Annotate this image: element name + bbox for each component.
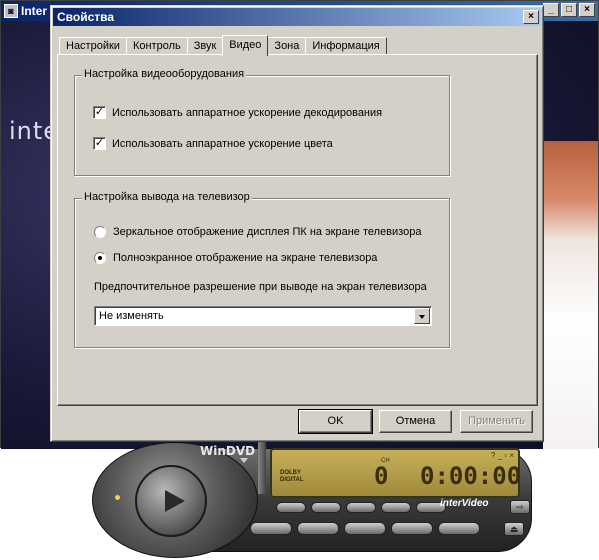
tv-mirror-label: Зеркальное отображение дисплея ПК на экр… <box>113 226 422 238</box>
ok-button[interactable]: OK <box>298 409 373 434</box>
tv-fullscreen-radio[interactable] <box>94 252 106 264</box>
control-button[interactable] <box>276 502 306 513</box>
bottom-button-row <box>250 522 480 535</box>
tv-output-group: Настройка вывода на телевизор Зеркальное… <box>74 191 450 348</box>
hw-color-label: Использовать аппаратное ускорение цвета <box>112 137 333 150</box>
dialog-title: Свойства <box>57 10 115 24</box>
tv-resolution-select[interactable]: Не изменять <box>94 306 432 326</box>
tab-video[interactable]: Видео <box>222 35 269 56</box>
video-hardware-group-title: Настройка видеооборудования <box>82 68 247 80</box>
minimize-button[interactable]: _ <box>543 3 559 17</box>
windvd-control-bar: WinDVD DOLBY DIGITAL CH 0 0:00:00 ? _ ▫ … <box>92 442 538 558</box>
chapter-number: 0 <box>374 462 389 490</box>
volume-slider[interactable] <box>258 442 266 494</box>
maximize-button[interactable]: □ <box>561 3 577 17</box>
lcd-window-controls[interactable]: ? _ ▫ × <box>491 451 514 460</box>
tab-audio[interactable]: Звук <box>186 37 224 55</box>
tab-control[interactable]: Контроль <box>125 37 188 55</box>
transport-button[interactable] <box>438 522 480 535</box>
chevron-down-icon[interactable] <box>414 308 430 324</box>
tv-fullscreen-label: Полноэкранное отображение на экране теле… <box>113 252 378 264</box>
hw-color-checkbox[interactable]: ✓ <box>93 137 106 150</box>
apply-button[interactable]: Применить <box>460 410 533 433</box>
tv-mirror-radio[interactable] <box>94 226 106 238</box>
tab-settings[interactable]: Настройки <box>59 37 127 55</box>
menu-caret-icon[interactable] <box>240 458 248 463</box>
tv-resolution-caption: Предпочтительное разрешение при выводе н… <box>94 281 427 293</box>
time-readout: 0:00:00 <box>420 462 522 490</box>
transport-button[interactable] <box>344 522 386 535</box>
close-button[interactable]: × <box>579 3 595 17</box>
control-button[interactable] <box>311 502 341 513</box>
dialog-titlebar[interactable]: Свойства × <box>53 8 541 26</box>
jog-wheel[interactable] <box>92 442 258 558</box>
transport-button[interactable] <box>297 522 339 535</box>
video-hardware-group: Настройка видеооборудования ✓ Использова… <box>74 68 450 176</box>
transport-button[interactable] <box>391 522 433 535</box>
dolby-label: DOLBY <box>280 470 301 476</box>
forward-button[interactable]: ⇨ <box>510 500 530 514</box>
intervideo-brand: interVideo <box>440 498 489 509</box>
tab-region[interactable]: Зона <box>267 37 307 55</box>
lcd-display: DOLBY DIGITAL CH 0 0:00:00 ? _ ▫ × <box>270 448 522 498</box>
play-button[interactable] <box>135 465 207 537</box>
windvd-logo: WinDVD <box>200 444 256 458</box>
dolby-digital-logo: DOLBY DIGITAL <box>280 470 304 484</box>
hw-decode-option[interactable]: ✓ Использовать аппаратное ускорение деко… <box>93 106 382 119</box>
eject-button[interactable]: ⏏ <box>504 522 524 536</box>
tv-resolution-label: Предпочтительное разрешение при выводе н… <box>94 281 427 293</box>
background-window-title: Inter <box>21 4 48 18</box>
dialog-close-button[interactable]: × <box>523 10 539 24</box>
windvd-app-icon: ◙ <box>4 4 18 18</box>
status-led-icon <box>115 495 120 500</box>
hw-color-option[interactable]: ✓ Использовать аппаратное ускорение цвет… <box>93 137 333 150</box>
video-frame-person <box>543 141 598 449</box>
tab-strip: Настройки Контроль Звук Видео Зона Инфор… <box>59 35 387 56</box>
play-icon <box>165 490 185 512</box>
top-button-row <box>276 502 446 513</box>
digital-label: DIGITAL <box>280 477 304 483</box>
properties-dialog: Свойства × Настройки Контроль Звук Видео… <box>50 5 544 442</box>
hw-decode-checkbox[interactable]: ✓ <box>93 106 106 119</box>
control-button[interactable] <box>381 502 411 513</box>
tv-output-group-title: Настройка вывода на телевизор <box>82 191 252 203</box>
tv-fullscreen-option[interactable]: Полноэкранное отображение на экране теле… <box>94 252 377 264</box>
cancel-button[interactable]: Отмена <box>379 410 452 433</box>
control-button[interactable] <box>346 502 376 513</box>
tab-info[interactable]: Информация <box>305 37 387 55</box>
tv-resolution-value: Не изменять <box>99 310 164 322</box>
video-tab-panel: Настройка видеооборудования ✓ Использова… <box>57 54 538 406</box>
tv-mirror-option[interactable]: Зеркальное отображение дисплея ПК на экр… <box>94 226 421 238</box>
transport-button[interactable] <box>250 522 292 535</box>
hw-decode-label: Использовать аппаратное ускорение декоди… <box>112 106 383 119</box>
